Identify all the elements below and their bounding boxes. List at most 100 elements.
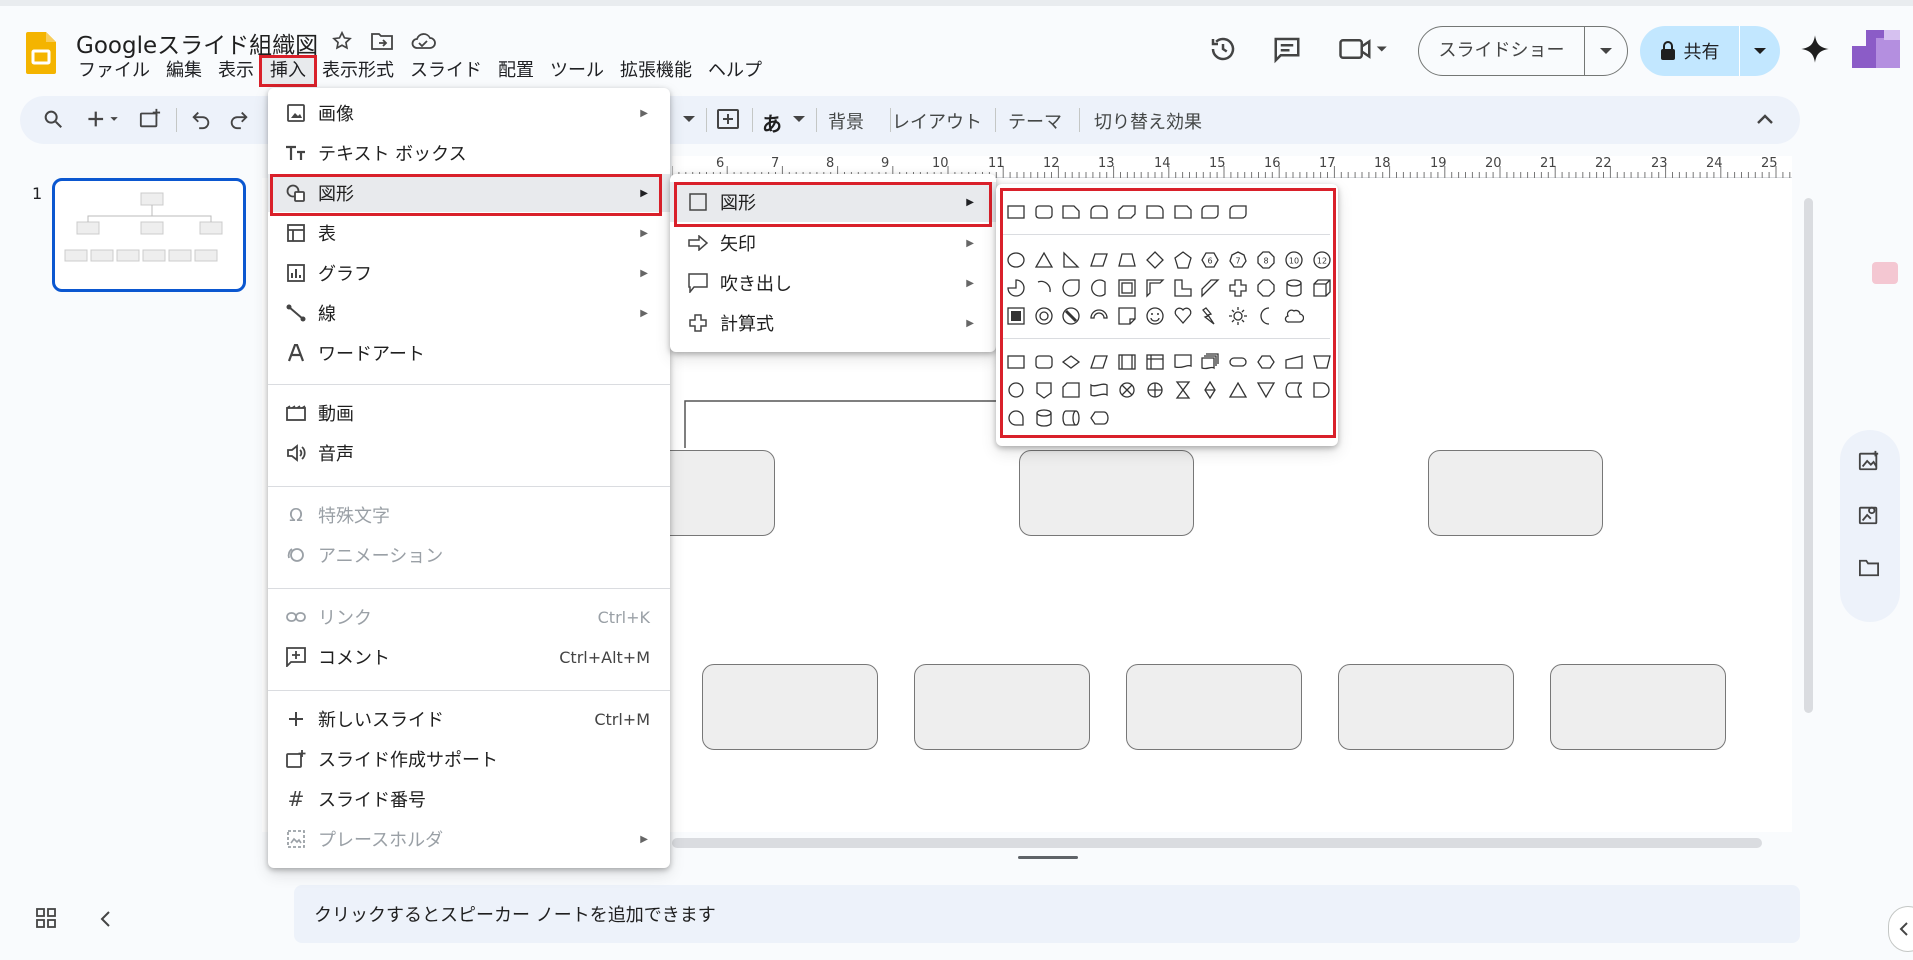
cloud-shape-icon[interactable] [1280,302,1308,330]
snip-diagonal-shape-icon[interactable] [1113,198,1141,226]
collapse-panel-icon[interactable] [98,910,112,928]
extract-shape-icon[interactable] [1224,376,1252,404]
insert-video-item[interactable]: 動画 [268,394,670,432]
snip-corner-shape-icon[interactable] [1058,198,1086,226]
menu-format[interactable]: 表示形式 [314,58,402,84]
insert-textbox-item[interactable]: テキスト ボックス [268,134,670,172]
folded-corner-shape-icon[interactable] [1113,302,1141,330]
chevron-down-icon[interactable] [682,108,696,130]
arc-shape-icon[interactable] [1030,274,1058,302]
chevron-down-icon[interactable] [1585,46,1627,56]
round-single-shape-icon[interactable] [1224,198,1252,226]
l-shape-shape-icon[interactable] [1169,274,1197,302]
folder-icon[interactable] [1858,558,1880,578]
sun-shape-icon[interactable] [1224,302,1252,330]
vertical-scrollbar[interactable] [1804,198,1813,713]
move-icon[interactable] [370,30,394,52]
insert-box-icon[interactable] [716,108,740,132]
lightning-shape-icon[interactable] [1197,302,1225,330]
right-triangle-shape-icon[interactable] [1058,246,1086,274]
shape-arrows-item[interactable]: 矢印 ▶ [670,224,996,262]
add-icon[interactable] [84,108,124,130]
insert-slide-number-item[interactable]: # スライド番号 [268,780,670,818]
alt-process-shape-icon[interactable] [1030,348,1058,376]
notes-resize-handle[interactable] [1018,856,1078,859]
smiley-shape-icon[interactable] [1141,302,1169,330]
search-icon[interactable] [42,108,64,130]
delay-shape-icon[interactable] [1308,376,1336,404]
undo-icon[interactable] [190,108,212,130]
summing-shape-icon[interactable] [1113,376,1141,404]
teardrop-shape-icon[interactable] [1058,274,1086,302]
offpage-shape-icon[interactable] [1030,376,1058,404]
menu-edit[interactable]: 編集 [158,58,210,84]
octagon-shape-icon[interactable] [1252,274,1280,302]
org-box-level3[interactable] [1550,664,1726,750]
insert-image-item[interactable]: 画像 ▶ [268,94,670,132]
menu-insert[interactable]: 挿入 [259,55,317,87]
half-frame-shape-icon[interactable] [1141,274,1169,302]
pie-shape-icon[interactable] [1002,274,1030,302]
sort-shape-icon[interactable] [1197,376,1225,404]
insert-shape-item[interactable]: 図形 ▶ [268,174,670,212]
image-add-icon[interactable] [1858,450,1880,472]
rectangle-shape-icon[interactable] [1002,198,1030,226]
menu-file[interactable]: ファイル [70,58,158,84]
decagon-10-shape-icon[interactable]: 10 [1280,246,1308,274]
data-shape-icon[interactable] [1085,348,1113,376]
comment-icon[interactable] [1272,34,1302,64]
redo-icon[interactable] [228,108,250,130]
document-title[interactable]: Googleスライド組織図 [76,26,318,60]
shape-callouts-item[interactable]: 吹き出し ▶ [670,264,996,302]
direct-access-shape-icon[interactable] [1058,404,1086,432]
diagonal-stripe-shape-icon[interactable] [1197,274,1225,302]
octagon-8-shape-icon[interactable]: 8 [1252,246,1280,274]
share-button[interactable]: 共有 [1640,26,1780,76]
chevron-up-icon[interactable] [1756,108,1774,130]
preparation-shape-icon[interactable] [1252,348,1280,376]
background-button[interactable]: 背景 [828,108,864,134]
bevel-shape-icon[interactable] [1002,302,1030,330]
collate-shape-icon[interactable] [1169,376,1197,404]
document-shape-icon[interactable] [1169,348,1197,376]
slideshow-label[interactable]: スライドショー [1419,27,1585,75]
manual-op-shape-icon[interactable] [1308,348,1336,376]
block-arc-shape-icon[interactable] [1085,302,1113,330]
org-box-level3[interactable] [1126,664,1302,750]
menu-extensions[interactable]: 拡張機能 [612,58,700,84]
shape-shapes-item[interactable]: 図形 ▶ [670,182,996,222]
shape-equation-item[interactable]: 計算式 ▶ [670,304,996,342]
connector-shape-icon[interactable] [1002,376,1030,404]
heptagon-7-shape-icon[interactable]: 7 [1224,246,1252,274]
insert-wordart-item[interactable]: ワードアート [268,334,670,372]
terminator-shape-icon[interactable] [1224,348,1252,376]
avatar[interactable] [1850,28,1902,72]
rounded-rectangle-shape-icon[interactable] [1030,198,1058,226]
donut-shape-icon[interactable] [1030,302,1058,330]
dodecagon-12-shape-icon[interactable]: 12 [1308,246,1336,274]
chord-shape-icon[interactable] [1085,274,1113,302]
can-shape-icon[interactable] [1280,274,1308,302]
insert-slide-assist-item[interactable]: スライド作成サポート [268,740,670,778]
snip-round-shape-icon[interactable] [1169,198,1197,226]
cloud-icon[interactable] [410,30,436,52]
image-search-icon[interactable] [1858,504,1880,526]
round-corner-shape-icon[interactable] [1141,198,1169,226]
display-shape-icon[interactable] [1085,404,1113,432]
org-box-level3[interactable] [702,664,878,750]
round-diag-shape-icon[interactable] [1197,198,1225,226]
insert-comment-item[interactable]: コメント Ctrl+Alt+M [268,638,670,676]
moon-shape-icon[interactable] [1252,302,1280,330]
org-box-level2-center[interactable] [1019,450,1194,536]
multidocument-shape-icon[interactable] [1197,348,1225,376]
no-symbol-shape-icon[interactable] [1058,302,1086,330]
insert-chart-item[interactable]: グラフ ▶ [268,254,670,292]
decision-shape-icon[interactable] [1058,348,1086,376]
transition-button[interactable]: 切り替え効果 [1094,108,1202,134]
plus-shape-icon[interactable] [1224,274,1252,302]
diamond-shape-icon[interactable] [1141,246,1169,274]
oval-shape-icon[interactable] [1002,246,1030,274]
stored-data-shape-icon[interactable] [1280,376,1308,404]
menu-tools[interactable]: ツール [542,58,612,84]
frame-shape-icon[interactable] [1113,274,1141,302]
